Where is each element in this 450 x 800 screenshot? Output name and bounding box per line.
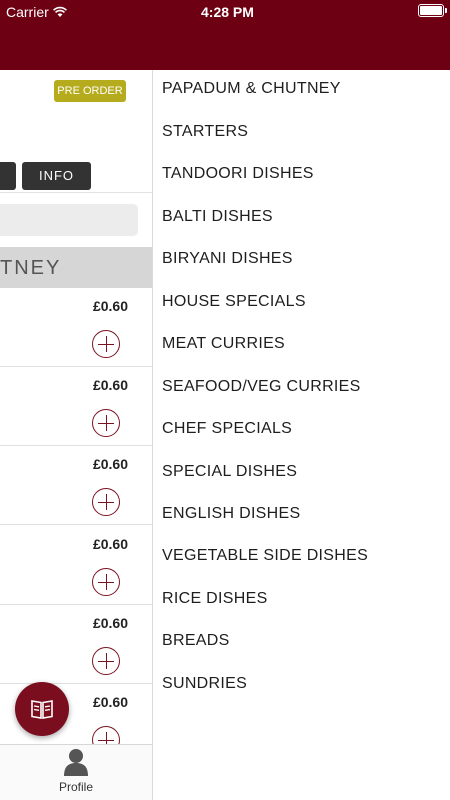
drawer-header xyxy=(152,0,450,70)
menu-item-meat-curries[interactable]: MEAT CURRIES xyxy=(162,335,285,353)
item-price: £0.60 xyxy=(92,298,128,314)
divider xyxy=(0,192,152,193)
add-item-icon[interactable] xyxy=(92,330,120,358)
tab-button-partial[interactable] xyxy=(0,162,16,190)
menu-fab-button[interactable] xyxy=(15,682,69,736)
profile-label: Profile xyxy=(58,780,93,794)
menu-item-row: £0.60 xyxy=(0,367,152,446)
menu-item-vegetable-side-dishes[interactable]: VEGETABLE SIDE DISHES xyxy=(162,547,368,565)
menu-item-special-dishes[interactable]: SPECIAL DISHES xyxy=(162,463,297,481)
profile-icon xyxy=(64,749,88,776)
item-price: £0.60 xyxy=(92,456,128,472)
menu-item-balti-dishes[interactable]: BALTI DISHES xyxy=(162,208,273,226)
menu-item-papadum-chutney[interactable]: PAPADUM & CHUTNEY xyxy=(162,80,341,98)
profile-tab[interactable]: Profile xyxy=(52,747,100,799)
menu-item-seafood-veg-curries[interactable]: SEAFOOD/VEG CURRIES xyxy=(162,378,361,396)
add-item-icon[interactable] xyxy=(92,488,120,516)
book-icon xyxy=(31,700,53,719)
category-header: TNEY xyxy=(0,247,152,288)
add-item-icon[interactable] xyxy=(92,647,120,675)
add-item-icon[interactable] xyxy=(92,409,120,437)
bottom-nav: Profile xyxy=(0,744,152,800)
carrier-label: Carrier xyxy=(6,4,49,20)
info-button[interactable]: INFO xyxy=(22,162,91,190)
main-content: Carrier PRE ORDER INFO TNEY £0.60 £0.60 … xyxy=(0,0,152,800)
menu-item-row: £0.60 xyxy=(0,526,152,605)
item-price: £0.60 xyxy=(92,536,128,552)
menu-item-chef-specials[interactable]: CHEF SPECIALS xyxy=(162,420,292,438)
item-price: £0.60 xyxy=(92,615,128,631)
add-item-icon[interactable] xyxy=(92,568,120,596)
search-input[interactable] xyxy=(0,204,138,236)
menu-item-house-specials[interactable]: HOUSE SPECIALS xyxy=(162,293,306,311)
wifi-icon xyxy=(52,6,67,17)
item-price: £0.60 xyxy=(92,694,128,710)
menu-item-row: £0.60 xyxy=(0,288,152,367)
app-header: Carrier xyxy=(0,0,152,70)
item-price: £0.60 xyxy=(92,377,128,393)
menu-item-row: £0.60 xyxy=(0,605,152,684)
battery-icon xyxy=(418,4,447,17)
menu-item-starters[interactable]: STARTERS xyxy=(162,123,248,141)
status-bar-left: Carrier xyxy=(6,4,67,20)
menu-item-tandoori-dishes[interactable]: TANDOORI DISHES xyxy=(162,165,314,183)
menu-item-biryani-dishes[interactable]: BIRYANI DISHES xyxy=(162,250,293,268)
status-time: 4:28 PM xyxy=(201,4,254,20)
category-title: TNEY xyxy=(0,257,62,279)
category-menu-drawer: PAPADUM & CHUTNEY STARTERS TANDOORI DISH… xyxy=(152,70,450,800)
menu-item-sundries[interactable]: SUNDRIES xyxy=(162,675,247,693)
menu-item-breads[interactable]: BREADS xyxy=(162,632,230,650)
menu-item-row: £0.60 xyxy=(0,446,152,525)
menu-item-english-dishes[interactable]: ENGLISH DISHES xyxy=(162,505,300,523)
menu-item-rice-dishes[interactable]: RICE DISHES xyxy=(162,590,268,608)
pre-order-button[interactable]: PRE ORDER xyxy=(54,80,126,102)
